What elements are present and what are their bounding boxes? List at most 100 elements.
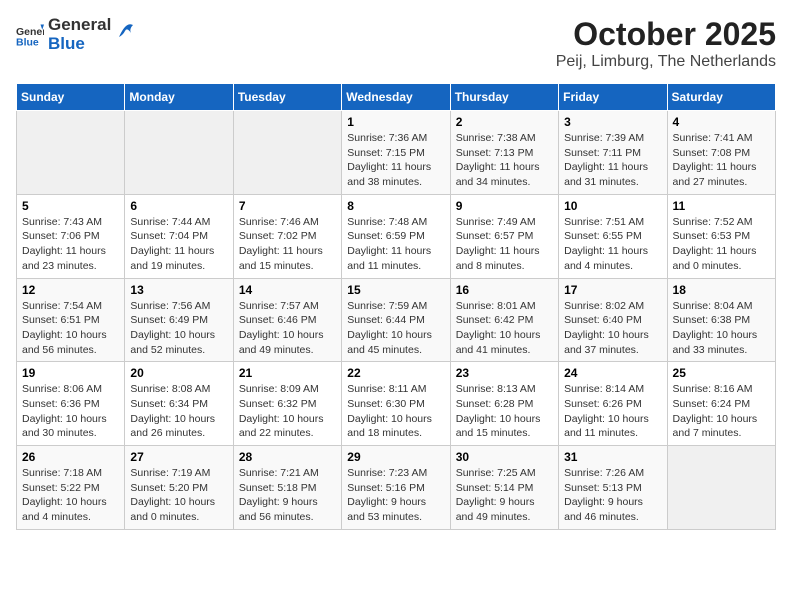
day-info: Sunrise: 8:06 AM Sunset: 6:36 PM Dayligh… — [22, 382, 119, 441]
day-info: Sunrise: 8:11 AM Sunset: 6:30 PM Dayligh… — [347, 382, 444, 441]
day-number: 16 — [456, 283, 553, 297]
day-number: 29 — [347, 450, 444, 464]
calendar-cell: 19 Sunrise: 8:06 AM Sunset: 6:36 PM Dayli… — [17, 362, 125, 446]
calendar-cell: 30Sunrise: 7:25 AM Sunset: 5:14 PM Dayli… — [450, 446, 558, 530]
calendar-cell — [17, 111, 125, 195]
day-info: Sunrise: 7:19 AM Sunset: 5:20 PM Dayligh… — [130, 466, 227, 525]
calendar-cell: 1 Sunrise: 7:36 AM Sunset: 7:15 PM Daylig… — [342, 111, 450, 195]
day-number: 5 — [22, 199, 119, 213]
calendar-cell: 11 Sunrise: 7:52 AM Sunset: 6:53 PM Dayli… — [667, 194, 775, 278]
day-info: Sunrise: 7:38 AM Sunset: 7:13 PM Dayligh… — [456, 131, 553, 190]
calendar-cell: 22Sunrise: 8:11 AM Sunset: 6:30 PM Dayli… — [342, 362, 450, 446]
logo-blue-text: Blue — [48, 35, 111, 54]
day-number: 1 — [347, 115, 444, 129]
day-number: 12 — [22, 283, 119, 297]
day-info: Sunrise: 7:52 AM Sunset: 6:53 PM Dayligh… — [673, 215, 770, 274]
day-info: Sunrise: 7:21 AM Sunset: 5:18 PM Dayligh… — [239, 466, 336, 525]
calendar-cell: 7 Sunrise: 7:46 AM Sunset: 7:02 PM Daylig… — [233, 194, 341, 278]
calendar-cell: 14Sunrise: 7:57 AM Sunset: 6:46 PM Dayli… — [233, 278, 341, 362]
day-number: 6 — [130, 199, 227, 213]
calendar-cell — [233, 111, 341, 195]
day-number: 26 — [22, 450, 119, 464]
day-info: Sunrise: 7:41 AM Sunset: 7:08 PM Dayligh… — [673, 131, 770, 190]
weekday-header-thursday: Thursday — [450, 84, 558, 111]
weekday-header-sunday: Sunday — [17, 84, 125, 111]
calendar-cell: 26 Sunrise: 7:18 AM Sunset: 5:22 PM Dayli… — [17, 446, 125, 530]
day-info: Sunrise: 8:16 AM Sunset: 6:24 PM Dayligh… — [673, 382, 770, 441]
logo-general-text: General — [48, 16, 111, 35]
day-number: 11 — [673, 199, 770, 213]
weekday-header-saturday: Saturday — [667, 84, 775, 111]
general-blue-logo-icon: General Blue — [16, 21, 44, 49]
calendar-cell: 23Sunrise: 8:13 AM Sunset: 6:28 PM Dayli… — [450, 362, 558, 446]
calendar-cell — [667, 446, 775, 530]
calendar-cell: 18 Sunrise: 8:04 AM Sunset: 6:38 PM Dayli… — [667, 278, 775, 362]
day-info: Sunrise: 7:26 AM Sunset: 5:13 PM Dayligh… — [564, 466, 661, 525]
day-info: Sunrise: 7:23 AM Sunset: 5:16 PM Dayligh… — [347, 466, 444, 525]
day-number: 4 — [673, 115, 770, 129]
day-number: 13 — [130, 283, 227, 297]
day-info: Sunrise: 7:36 AM Sunset: 7:15 PM Dayligh… — [347, 131, 444, 190]
day-number: 14 — [239, 283, 336, 297]
day-info: Sunrise: 7:43 AM Sunset: 7:06 PM Dayligh… — [22, 215, 119, 274]
calendar-cell: 17Sunrise: 8:02 AM Sunset: 6:40 PM Dayli… — [559, 278, 667, 362]
day-number: 10 — [564, 199, 661, 213]
calendar-cell: 25 Sunrise: 8:16 AM Sunset: 6:24 PM Dayli… — [667, 362, 775, 446]
day-info: Sunrise: 8:14 AM Sunset: 6:26 PM Dayligh… — [564, 382, 661, 441]
calendar-cell — [125, 111, 233, 195]
weekday-header-tuesday: Tuesday — [233, 84, 341, 111]
page-title: October 2025 — [556, 16, 776, 53]
day-number: 15 — [347, 283, 444, 297]
day-number: 7 — [239, 199, 336, 213]
day-info: Sunrise: 8:08 AM Sunset: 6:34 PM Dayligh… — [130, 382, 227, 441]
calendar-cell: 27Sunrise: 7:19 AM Sunset: 5:20 PM Dayli… — [125, 446, 233, 530]
day-number: 25 — [673, 366, 770, 380]
calendar-cell: 16Sunrise: 8:01 AM Sunset: 6:42 PM Dayli… — [450, 278, 558, 362]
calendar-cell: 15 Sunrise: 7:59 AM Sunset: 6:44 PM Dayli… — [342, 278, 450, 362]
day-info: Sunrise: 8:13 AM Sunset: 6:28 PM Dayligh… — [456, 382, 553, 441]
day-number: 8 — [347, 199, 444, 213]
day-number: 2 — [456, 115, 553, 129]
calendar-cell: 5 Sunrise: 7:43 AM Sunset: 7:06 PM Daylig… — [17, 194, 125, 278]
day-info: Sunrise: 7:39 AM Sunset: 7:11 PM Dayligh… — [564, 131, 661, 190]
calendar-cell: 12 Sunrise: 7:54 AM Sunset: 6:51 PM Dayli… — [17, 278, 125, 362]
day-info: Sunrise: 7:46 AM Sunset: 7:02 PM Dayligh… — [239, 215, 336, 274]
calendar-cell: 13Sunrise: 7:56 AM Sunset: 6:49 PM Dayli… — [125, 278, 233, 362]
calendar-cell: 31 Sunrise: 7:26 AM Sunset: 5:13 PM Dayli… — [559, 446, 667, 530]
day-info: Sunrise: 7:44 AM Sunset: 7:04 PM Dayligh… — [130, 215, 227, 274]
calendar-cell: 29 Sunrise: 7:23 AM Sunset: 5:16 PM Dayli… — [342, 446, 450, 530]
calendar-week-row: 26 Sunrise: 7:18 AM Sunset: 5:22 PM Dayli… — [17, 446, 776, 530]
calendar-week-row: 19 Sunrise: 8:06 AM Sunset: 6:36 PM Dayli… — [17, 362, 776, 446]
calendar-cell: 10Sunrise: 7:51 AM Sunset: 6:55 PM Dayli… — [559, 194, 667, 278]
day-info: Sunrise: 7:48 AM Sunset: 6:59 PM Dayligh… — [347, 215, 444, 274]
day-number: 9 — [456, 199, 553, 213]
day-info: Sunrise: 8:09 AM Sunset: 6:32 PM Dayligh… — [239, 382, 336, 441]
day-info: Sunrise: 7:49 AM Sunset: 6:57 PM Dayligh… — [456, 215, 553, 274]
weekday-header-wednesday: Wednesday — [342, 84, 450, 111]
calendar-table: SundayMondayTuesdayWednesdayThursdayFrid… — [16, 83, 776, 530]
title-area: October 2025 Peij, Limburg, The Netherla… — [556, 16, 776, 71]
day-number: 20 — [130, 366, 227, 380]
day-info: Sunrise: 7:18 AM Sunset: 5:22 PM Dayligh… — [22, 466, 119, 525]
svg-text:Blue: Blue — [16, 36, 39, 48]
header: General Blue General Blue October 2025 P… — [16, 16, 776, 71]
day-number: 19 — [22, 366, 119, 380]
calendar-cell: 8 Sunrise: 7:48 AM Sunset: 6:59 PM Daylig… — [342, 194, 450, 278]
day-info: Sunrise: 7:54 AM Sunset: 6:51 PM Dayligh… — [22, 299, 119, 358]
logo-bird-icon — [117, 19, 135, 41]
calendar-week-row: 12 Sunrise: 7:54 AM Sunset: 6:51 PM Dayli… — [17, 278, 776, 362]
day-number: 21 — [239, 366, 336, 380]
calendar-cell: 21 Sunrise: 8:09 AM Sunset: 6:32 PM Dayli… — [233, 362, 341, 446]
day-number: 31 — [564, 450, 661, 464]
day-info: Sunrise: 8:02 AM Sunset: 6:40 PM Dayligh… — [564, 299, 661, 358]
day-number: 28 — [239, 450, 336, 464]
day-info: Sunrise: 7:59 AM Sunset: 6:44 PM Dayligh… — [347, 299, 444, 358]
day-number: 18 — [673, 283, 770, 297]
calendar-week-row: 5 Sunrise: 7:43 AM Sunset: 7:06 PM Daylig… — [17, 194, 776, 278]
weekday-header-friday: Friday — [559, 84, 667, 111]
calendar-cell: 2 Sunrise: 7:38 AM Sunset: 7:13 PM Daylig… — [450, 111, 558, 195]
day-info: Sunrise: 7:25 AM Sunset: 5:14 PM Dayligh… — [456, 466, 553, 525]
day-info: Sunrise: 8:04 AM Sunset: 6:38 PM Dayligh… — [673, 299, 770, 358]
calendar-cell: 9 Sunrise: 7:49 AM Sunset: 6:57 PM Daylig… — [450, 194, 558, 278]
calendar-cell: 28 Sunrise: 7:21 AM Sunset: 5:18 PM Dayli… — [233, 446, 341, 530]
